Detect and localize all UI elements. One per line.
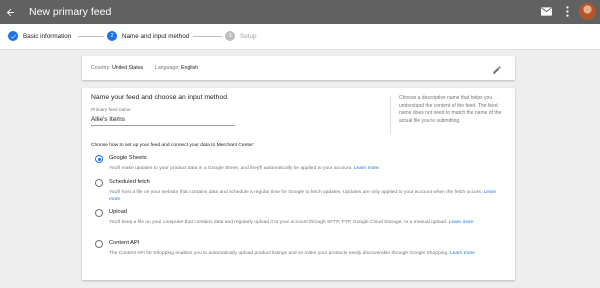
- mail-icon[interactable]: [541, 6, 553, 18]
- language-label: Language:: [155, 65, 180, 71]
- help-text: Choose a descriptive name that helps you…: [399, 95, 502, 124]
- option-description: The Content API for Shopping enables you…: [109, 251, 504, 258]
- language-summary: Language: English: [155, 65, 198, 71]
- step-number: 2: [107, 31, 117, 41]
- step-label: Setup: [240, 32, 257, 40]
- step-connector: [78, 36, 104, 37]
- option-title: Content API: [109, 240, 140, 246]
- learn-more-link[interactable]: Learn more: [354, 166, 379, 171]
- app-bar-actions: [541, 3, 596, 20]
- basic-info-summary-card: Country: United States Language: English: [82, 56, 515, 80]
- check-icon: [8, 31, 18, 41]
- learn-more-link[interactable]: Learn more: [450, 251, 475, 256]
- option-desc-text: The Content API for Shopping enables you…: [109, 251, 449, 256]
- step-label: Basic information: [23, 32, 72, 40]
- option-title: Scheduled fetch: [109, 179, 150, 185]
- option-description: You'll host a file on your website that …: [109, 190, 504, 203]
- option-title: Google Sheets: [109, 155, 147, 161]
- feed-name-label: Primary feed name: [91, 107, 131, 112]
- step-setup[interactable]: 3 Setup: [225, 31, 256, 41]
- option-desc-text: You'll make updates to your product data…: [109, 166, 353, 171]
- feed-name-input[interactable]: [91, 114, 235, 126]
- stepper: Basic information 2 Name and input metho…: [0, 24, 600, 50]
- language-value: English: [180, 65, 198, 71]
- radio-button[interactable]: [95, 240, 103, 248]
- radio-button[interactable]: [95, 209, 103, 217]
- learn-more-link[interactable]: Learn more: [449, 220, 474, 225]
- app-bar: New primary feed: [0, 0, 600, 24]
- avatar[interactable]: [579, 3, 596, 20]
- option-title: Upload: [109, 209, 128, 215]
- step-label: Name and input method: [122, 32, 190, 40]
- option-desc-text: You'll host a file on your website that …: [109, 190, 483, 195]
- option-desc-text: You'll keep a file on your computer that…: [109, 220, 448, 225]
- feed-name-card: Name your feed and choose an input metho…: [82, 88, 515, 280]
- step-basic-information[interactable]: Basic information: [8, 31, 71, 41]
- radio-button[interactable]: [95, 179, 103, 187]
- option-description: You'll keep a file on your computer that…: [109, 220, 504, 227]
- section-heading: Name your feed and choose an input metho…: [91, 94, 229, 101]
- page-title: New primary feed: [29, 6, 112, 18]
- country-value: United States: [112, 65, 144, 71]
- step-name-and-input-method[interactable]: 2 Name and input method: [107, 31, 189, 41]
- country-label: Country:: [91, 65, 111, 71]
- divider: [390, 96, 391, 134]
- more-vert-icon[interactable]: [564, 5, 570, 19]
- step-connector: [193, 36, 222, 37]
- back-arrow-icon[interactable]: [3, 5, 17, 19]
- option-description: You'll make updates to your product data…: [109, 166, 504, 173]
- radio-button[interactable]: [95, 155, 103, 163]
- step-number: 3: [225, 31, 235, 41]
- input-method-prompt: Choose how to set up your feed and conne…: [91, 143, 255, 148]
- edit-pencil-icon[interactable]: [492, 62, 503, 74]
- country-summary: Country: United States: [91, 65, 143, 71]
